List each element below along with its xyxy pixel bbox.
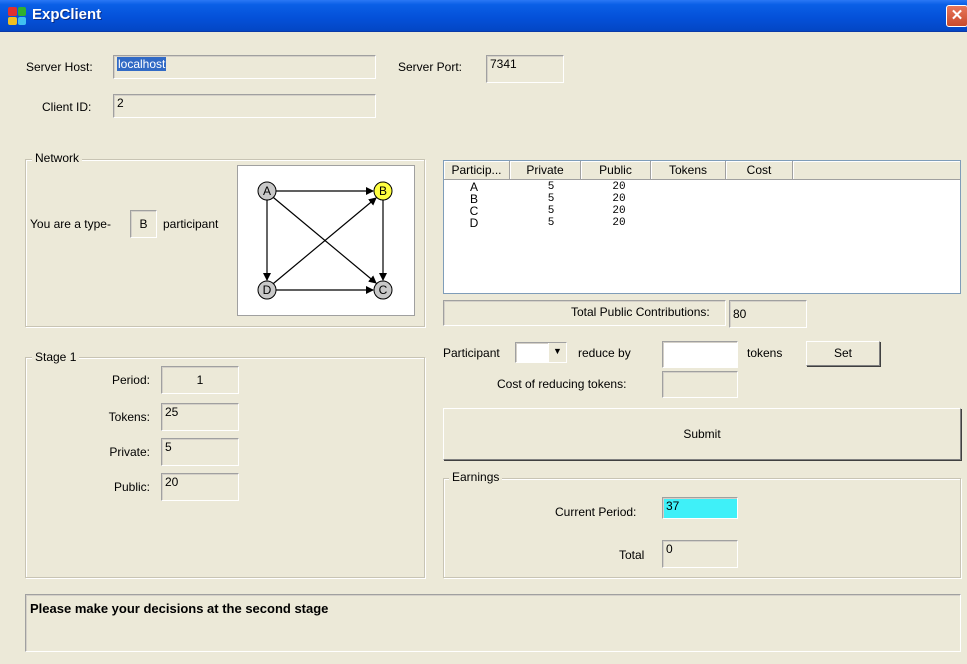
total-earnings-label: Total bbox=[619, 548, 645, 562]
cell-participant: D bbox=[469, 216, 479, 230]
node-label-a: A bbox=[263, 184, 271, 198]
status-message: Please make your decisions at the second… bbox=[30, 601, 329, 616]
table-header-filler bbox=[793, 161, 960, 180]
cell-private: 5 bbox=[547, 205, 555, 217]
table-header-participant[interactable]: Particip... bbox=[444, 161, 510, 180]
cell-private: 5 bbox=[547, 181, 555, 193]
participant-type-field: B bbox=[130, 210, 157, 238]
type-suffix-label: participant bbox=[163, 217, 219, 231]
stage-group-title: Stage 1 bbox=[32, 350, 80, 364]
table-row[interactable]: D 5 20 bbox=[444, 217, 960, 229]
table-header-public[interactable]: Public bbox=[581, 161, 651, 180]
table-row[interactable]: A 5 20 bbox=[444, 181, 960, 193]
cell-private: 5 bbox=[547, 217, 555, 229]
table-row[interactable]: C 5 20 bbox=[444, 205, 960, 217]
participant-select[interactable]: ▼ bbox=[515, 342, 567, 363]
client-id-field[interactable]: 2 bbox=[113, 94, 376, 118]
period-field: 1 bbox=[161, 366, 239, 394]
node-label-d: D bbox=[263, 283, 272, 297]
app-icon bbox=[8, 7, 26, 25]
network-diagram: A B D C bbox=[237, 165, 415, 316]
current-period-label: Current Period: bbox=[555, 505, 637, 519]
table-body: A 5 20 B 5 20 C 5 20 D 5 20 bbox=[444, 181, 960, 229]
server-host-field[interactable]: localhost bbox=[113, 55, 376, 79]
cell-public: 20 bbox=[612, 181, 626, 193]
cost-reducing-field bbox=[662, 371, 738, 398]
private-label: Private: bbox=[109, 445, 150, 459]
window-title: ExpClient bbox=[32, 6, 102, 23]
node-label-b: B bbox=[379, 184, 387, 198]
status-message-box: Please make your decisions at the second… bbox=[25, 594, 961, 652]
reduce-by-input[interactable] bbox=[662, 341, 738, 368]
server-host-value: localhost bbox=[117, 57, 167, 71]
cell-public: 20 bbox=[612, 217, 626, 229]
private-field: 5 bbox=[161, 438, 239, 466]
set-button[interactable]: Set bbox=[806, 341, 880, 366]
period-label: Period: bbox=[111, 373, 150, 387]
network-group-title: Network bbox=[32, 151, 83, 165]
cell-public: 20 bbox=[612, 205, 626, 217]
table-header-cost[interactable]: Cost bbox=[726, 161, 793, 180]
table-header-tokens[interactable]: Tokens bbox=[651, 161, 726, 180]
title-bar[interactable]: ExpClient bbox=[0, 0, 967, 32]
table-row[interactable]: B 5 20 bbox=[444, 193, 960, 205]
tokens-label: Tokens: bbox=[108, 410, 150, 424]
chevron-down-icon[interactable]: ▼ bbox=[548, 343, 566, 362]
server-port-field[interactable]: 7341 bbox=[486, 55, 564, 83]
public-label: Public: bbox=[113, 480, 150, 494]
node-label-c: C bbox=[379, 283, 388, 297]
participant-select-label: Participant bbox=[443, 346, 500, 360]
tokens-field: 25 bbox=[161, 403, 239, 431]
server-port-label: Server Port: bbox=[398, 60, 463, 74]
table-header-private[interactable]: Private bbox=[510, 161, 581, 180]
cell-private: 5 bbox=[547, 193, 555, 205]
server-host-label: Server Host: bbox=[26, 60, 93, 74]
total-earnings-field: 0 bbox=[662, 540, 738, 568]
current-period-field: 37 bbox=[662, 497, 738, 519]
total-contributions-label: Total Public Contributions: bbox=[571, 305, 710, 319]
type-prefix-label: You are a type- bbox=[30, 217, 111, 231]
earnings-group-title: Earnings bbox=[449, 470, 503, 484]
tokens-unit-label: tokens bbox=[747, 346, 783, 360]
public-field: 20 bbox=[161, 473, 239, 501]
total-contributions-field: 80 bbox=[729, 300, 807, 328]
participants-table[interactable]: Particip... Private Public Tokens Cost A… bbox=[443, 160, 961, 294]
close-icon[interactable]: ✕ bbox=[946, 5, 967, 27]
submit-button[interactable]: Submit bbox=[443, 408, 961, 460]
cell-public: 20 bbox=[612, 193, 626, 205]
client-id-label: Client ID: bbox=[42, 100, 92, 114]
reduce-by-label: reduce by bbox=[578, 346, 631, 360]
network-graph: A B D C bbox=[257, 181, 393, 300]
cost-reducing-label: Cost of reducing tokens: bbox=[497, 377, 627, 391]
